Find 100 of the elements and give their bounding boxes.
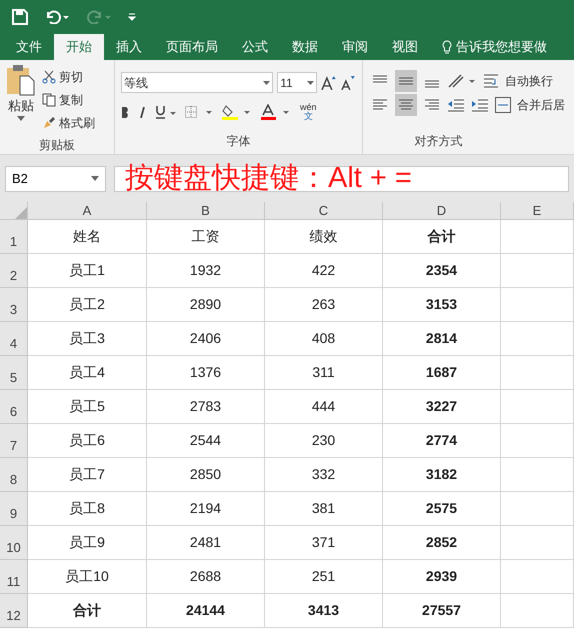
row-header[interactable]: 3 <box>0 288 28 322</box>
format-painter-button[interactable]: 格式刷 <box>42 113 95 133</box>
lightbulb-icon <box>442 40 452 54</box>
dropdown-icon[interactable] <box>306 80 314 84</box>
table-cell: 444 <box>265 390 383 424</box>
caret-icon <box>17 116 25 120</box>
name-box[interactable]: B2 <box>5 166 106 192</box>
table-cell: 2194 <box>147 492 265 526</box>
table-cell: 3182 <box>383 458 501 492</box>
row-header[interactable]: 4 <box>0 322 28 356</box>
increase-indent-icon[interactable] <box>471 97 489 113</box>
merge-center-label[interactable]: 合并后居 <box>517 96 565 114</box>
table-cell: 263 <box>265 288 383 322</box>
row-header[interactable]: 12 <box>0 594 28 628</box>
copy-button[interactable]: 复制 <box>42 90 95 110</box>
copy-icon <box>42 93 56 107</box>
table-cell: 332 <box>265 458 383 492</box>
table-cell: 408 <box>265 322 383 356</box>
group-label: 剪贴板 <box>39 137 75 154</box>
table-cell: 27557 <box>383 594 501 628</box>
table-cell: 2544 <box>147 424 265 458</box>
ribbon-tab[interactable]: 公式 <box>230 34 280 60</box>
table-cell: 2939 <box>383 560 501 594</box>
save-icon[interactable] <box>12 8 28 24</box>
tell-me-field[interactable]: 告诉我您想要做 <box>430 34 547 60</box>
column-header[interactable]: A <box>28 202 147 220</box>
table-cell: 371 <box>265 526 383 560</box>
table-cell: 员工2 <box>28 288 147 322</box>
table-cell: 2890 <box>147 288 265 322</box>
table-cell: 员工8 <box>28 492 147 526</box>
table-cell: 员工9 <box>28 526 147 560</box>
row-header[interactable]: 9 <box>0 492 28 526</box>
table-cell: 工资 <box>147 220 265 254</box>
paste-button[interactable]: 粘贴 <box>0 64 42 136</box>
table-cell: 24144 <box>147 594 265 628</box>
ribbon-tab[interactable]: 数据 <box>280 34 330 60</box>
font-name-field[interactable]: 等线 <box>121 72 274 93</box>
column-header[interactable]: B <box>147 202 265 220</box>
ribbon-tab[interactable]: 视图 <box>380 34 430 60</box>
table-cell: 2354 <box>383 254 501 288</box>
grow-font-icon[interactable] <box>320 74 336 90</box>
dropdown-icon[interactable] <box>91 176 99 181</box>
table-cell: 姓名 <box>28 220 147 254</box>
align-center-icon[interactable] <box>395 94 417 116</box>
table-cell: 绩效 <box>265 220 383 254</box>
table-cell: 2814 <box>383 322 501 356</box>
row-header[interactable]: 8 <box>0 458 28 492</box>
ribbon-tab[interactable]: 审阅 <box>330 34 380 60</box>
ribbon-tab[interactable]: 文件 <box>4 34 54 60</box>
align-middle-icon[interactable] <box>395 70 417 92</box>
table-cell: 员工1 <box>28 254 147 288</box>
table-cell: 3227 <box>383 390 501 424</box>
row-header[interactable]: 11 <box>0 560 28 594</box>
column-header[interactable]: C <box>265 202 383 220</box>
row-header[interactable]: 5 <box>0 356 28 390</box>
customize-icon[interactable] <box>128 12 136 20</box>
orientation-icon[interactable] <box>447 73 477 89</box>
row-header[interactable]: 6 <box>0 390 28 424</box>
row-header[interactable]: 7 <box>0 424 28 458</box>
cut-button[interactable]: 剪切 <box>42 67 95 87</box>
scissors-icon <box>42 70 56 84</box>
table-cell: 1376 <box>147 356 265 390</box>
wrap-text-label[interactable]: 自动换行 <box>505 72 553 90</box>
table-cell: 3413 <box>265 594 383 628</box>
table-cell: 2688 <box>147 560 265 594</box>
underline-icon[interactable] <box>156 106 176 118</box>
table-cell: 合计 <box>28 594 147 628</box>
table-cell: 381 <box>265 492 383 526</box>
column-header[interactable]: E <box>501 202 574 220</box>
wrap-text-icon[interactable] <box>483 73 499 89</box>
font-size-field[interactable]: 11 <box>277 72 317 93</box>
bold-icon[interactable] <box>121 106 130 118</box>
row-header[interactable]: 10 <box>0 526 28 560</box>
row-header[interactable]: 2 <box>0 254 28 288</box>
shrink-font-icon[interactable] <box>340 74 356 90</box>
merge-center-icon[interactable] <box>495 97 511 113</box>
ribbon-tab[interactable]: 插入 <box>104 34 154 60</box>
table-cell: 合计 <box>383 220 501 254</box>
table-cell: 251 <box>265 560 383 594</box>
formula-field[interactable]: 按键盘快捷键：Alt + = <box>114 166 569 192</box>
table-cell: 员工3 <box>28 322 147 356</box>
fill-color-icon[interactable] <box>222 104 252 120</box>
row-header[interactable]: 1 <box>0 220 28 254</box>
group-label: 对齐方式 <box>414 133 462 150</box>
decrease-indent-icon[interactable] <box>447 97 465 113</box>
table-cell: 2481 <box>147 526 265 560</box>
column-header[interactable]: D <box>383 202 501 220</box>
ribbon-tab[interactable]: 开始 <box>54 34 104 60</box>
clipboard-icon <box>6 64 36 96</box>
italic-icon[interactable] <box>139 106 147 118</box>
ribbon-tab[interactable]: 页面布局 <box>154 34 230 60</box>
phonetic-button[interactable]: wén 文 <box>300 103 317 121</box>
border-icon[interactable] <box>185 106 213 118</box>
table-cell: 2575 <box>383 492 501 526</box>
table-cell: 员工5 <box>28 390 147 424</box>
table-cell: 员工10 <box>28 560 147 594</box>
dropdown-icon[interactable] <box>263 80 270 84</box>
table-cell: 2406 <box>147 322 265 356</box>
font-color-icon[interactable] <box>261 104 291 120</box>
undo-icon[interactable] <box>44 10 70 24</box>
